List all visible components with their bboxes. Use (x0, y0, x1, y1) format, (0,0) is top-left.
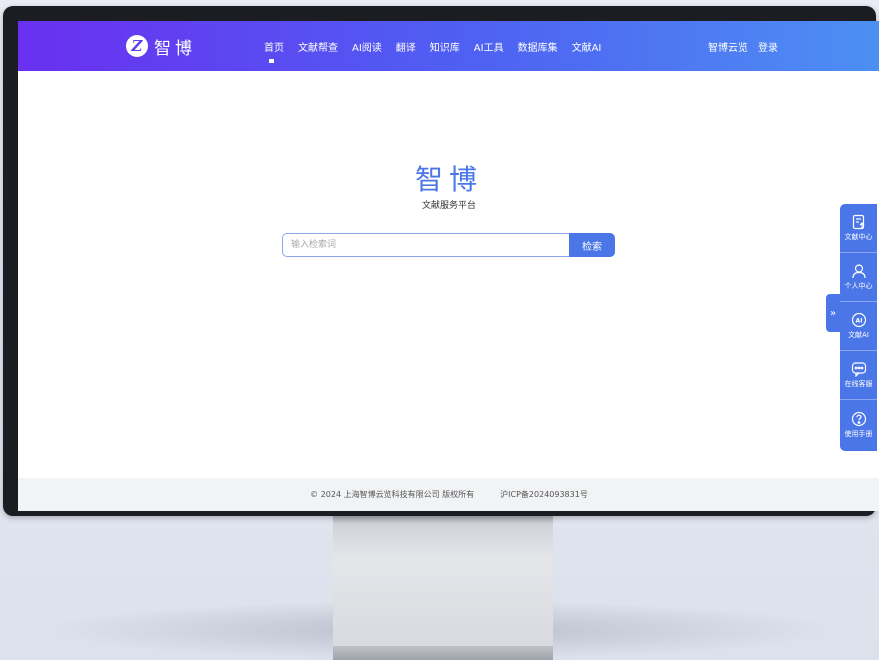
main-nav: 首页 文献帮查 AI阅读 翻译 知识库 AI工具 数据库集 文献AI (264, 21, 615, 71)
monitor-stand-base (333, 646, 553, 660)
sidebar-item-user-manual[interactable]: 使用手册 (840, 400, 877, 449)
nav-home[interactable]: 首页 (264, 39, 284, 63)
sidebar-item-literature-ai[interactable]: AI 文献AI (840, 302, 877, 351)
nav-knowledge-base[interactable]: 知识库 (430, 39, 460, 54)
search-input[interactable] (282, 233, 569, 257)
monitor-bezel: Z 智博 首页 文献帮查 AI阅读 翻译 知识库 AI工具 数据库集 文献AI … (3, 6, 879, 516)
sidebar-item-personal-center[interactable]: 个人中心 (840, 253, 877, 302)
sidebar-item-literature-center[interactable]: 文献中心 (840, 204, 877, 253)
sidebar-label: 文献AI (848, 331, 869, 339)
svg-text:AI: AI (855, 318, 862, 325)
search-button[interactable]: 检索 (569, 233, 615, 257)
logo-text: 智博 (154, 38, 196, 59)
sidebar-label: 在线客服 (844, 380, 873, 388)
brand-title: 智博 (414, 163, 483, 196)
icp-link[interactable]: 沪ICP备2024093831号 (500, 489, 588, 500)
brand-subtitle: 文献服务平台 (421, 201, 476, 211)
monitor-screen: Z 智博 首页 文献帮查 AI阅读 翻译 知识库 AI工具 数据库集 文献AI … (18, 21, 879, 511)
chat-icon (851, 362, 866, 377)
sidebar-toggle-button[interactable]: » (826, 294, 840, 332)
floating-sidebar: 文献中心 个人中心 AI 文献AI 在线客服 使用手册 (840, 204, 877, 451)
footer: © 2024 上海智博云览科技有限公司 版权所有 沪ICP备2024093831… (18, 478, 879, 511)
monitor-stand (333, 514, 553, 660)
site-logo[interactable]: Z 智博 (126, 33, 196, 59)
sidebar-label: 使用手册 (844, 429, 873, 438)
help-icon (851, 411, 866, 426)
ai-icon: AI (851, 312, 866, 328)
nav-ai-reading[interactable]: AI阅读 (352, 39, 382, 54)
document-upload-icon (852, 214, 864, 230)
user-icon (851, 264, 866, 279)
logo-z-icon: Z (126, 35, 148, 57)
sidebar-item-online-support[interactable]: 在线客服 (840, 351, 877, 400)
nav-ai-tools[interactable]: AI工具 (474, 39, 504, 54)
nav-translate[interactable]: 翻译 (396, 39, 416, 54)
sidebar-label: 个人中心 (844, 282, 873, 290)
nav-literature-search[interactable]: 文献帮查 (298, 39, 338, 54)
top-header: Z 智博 首页 文献帮查 AI阅读 翻译 知识库 AI工具 数据库集 文献AI … (18, 21, 879, 71)
sidebar-label: 文献中心 (844, 233, 873, 241)
nav-databases[interactable]: 数据库集 (518, 39, 558, 54)
header-right-links: 智博云览 登录 (708, 21, 788, 71)
search-bar: 检索 (282, 233, 615, 257)
nav-literature-ai[interactable]: 文献AI (572, 39, 602, 54)
copyright-text: © 2024 上海智博云览科技有限公司 版权所有 (310, 490, 475, 499)
zhibo-cloud-link[interactable]: 智博云览 (708, 39, 748, 54)
login-link[interactable]: 登录 (758, 39, 778, 54)
